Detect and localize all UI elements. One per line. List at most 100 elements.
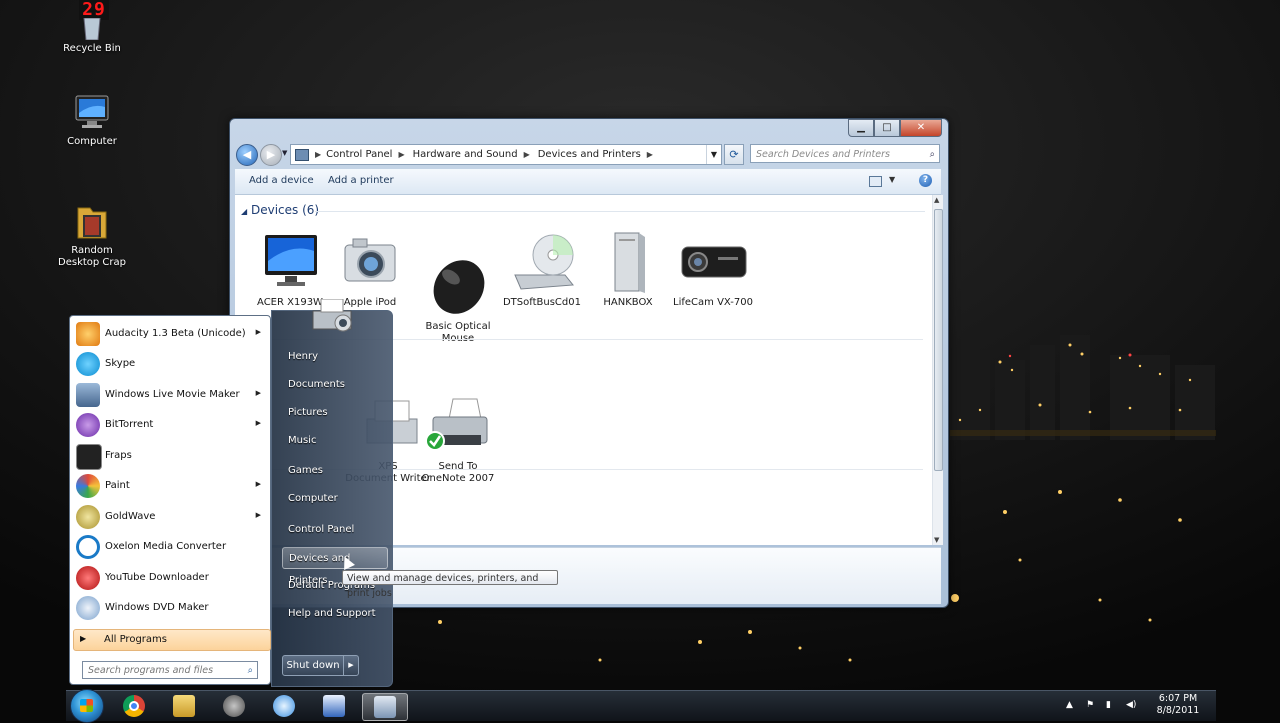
breadcrumb-devices-printers[interactable]: Devices and Printers (538, 149, 641, 160)
taskbar-steam[interactable] (212, 693, 256, 719)
volume-icon[interactable]: ◀) (1126, 700, 1136, 710)
program-fraps[interactable]: Fraps (73, 442, 269, 470)
shutdown-options-arrow[interactable]: ▶ (343, 655, 359, 676)
desktop-icon-label: Random Desktop Crap (58, 245, 126, 268)
dvd-maker-icon (76, 596, 100, 620)
minimize-button[interactable]: ▁ (848, 119, 874, 137)
places-user[interactable]: Henry (282, 346, 388, 368)
program-audacity[interactable]: Audacity 1.3 Beta (Unicode) ▶ (73, 320, 269, 348)
places-help-support[interactable]: Help and Support (282, 603, 388, 625)
recycle-bin-icon (72, 17, 112, 41)
taskbar-itunes[interactable] (262, 693, 306, 719)
taskbar-chrome[interactable] (112, 693, 156, 719)
device-label: Send To OneNote 2007 (421, 461, 495, 484)
program-skype[interactable]: Skype (73, 350, 269, 378)
add-device-button[interactable]: Add a device (249, 175, 314, 186)
clock-date: 8/8/2011 (1156, 705, 1200, 716)
program-goldwave[interactable]: GoldWave ▶ (73, 503, 269, 531)
search-box[interactable]: Search Devices and Printers ⌕ (750, 144, 940, 163)
program-movie-maker[interactable]: Windows Live Movie Maker ▶ (73, 381, 269, 409)
camera-icon (335, 231, 405, 295)
back-button[interactable]: ◀ (236, 144, 258, 166)
user-picture-printer-icon (307, 298, 357, 335)
places-devices-printers[interactable]: Devices and Printers (282, 547, 388, 586)
device-lifecam[interactable]: LifeCam VX-700 (668, 231, 758, 309)
scroll-thumb[interactable] (934, 209, 943, 471)
recent-pages-dropdown[interactable]: ▼ (282, 149, 287, 157)
places-documents[interactable]: Documents (282, 374, 388, 396)
cd-drive-icon (507, 231, 577, 295)
places-pictures[interactable]: Pictures (282, 402, 388, 424)
places-computer[interactable]: Computer (282, 488, 388, 510)
tower-pc-icon (593, 231, 663, 295)
taskbar-word[interactable] (312, 693, 356, 719)
devices-group-header[interactable]: ◢ Devices (6) (241, 203, 319, 217)
fraps-icon (76, 444, 102, 470)
monitor-icon (255, 231, 325, 295)
close-button[interactable]: ✕ (900, 119, 942, 137)
scroll-up-arrow[interactable]: ▲ (934, 196, 939, 204)
device-hankbox[interactable]: HANKBOX (583, 231, 673, 309)
breadcrumb-hardware-sound[interactable]: Hardware and Sound (413, 149, 518, 160)
collapse-arrow-icon[interactable]: ◢ (241, 207, 247, 216)
oxelon-icon (76, 535, 100, 559)
places-music[interactable]: Music (282, 430, 388, 452)
skype-icon (76, 352, 100, 376)
breadcrumb-control-panel[interactable]: Control Panel (326, 149, 392, 160)
places-games[interactable]: Games (282, 460, 388, 482)
device-label: LifeCam VX-700 (673, 297, 753, 308)
start-button[interactable] (70, 689, 104, 723)
device-apple-ipod[interactable]: Apple iPod (325, 231, 415, 309)
navigation-bar: ◀ ▶ ▼ ▶ Control Panel ▶ Hardware and Sou… (234, 143, 944, 166)
device-label: HANKBOX (603, 297, 653, 308)
taskbar-devices-printers[interactable] (362, 693, 408, 721)
start-menu[interactable]: Audacity 1.3 Beta (Unicode) ▶ Skype Wind… (66, 298, 393, 687)
mouse-icon (423, 243, 493, 314)
change-view-icon[interactable] (869, 176, 882, 187)
show-hidden-icons-arrow[interactable]: ▲ (1066, 700, 1073, 710)
movie-maker-icon (76, 383, 100, 407)
program-dvd-maker[interactable]: Windows DVD Maker (73, 594, 269, 622)
start-search-input[interactable]: Search programs and files ⌕ (82, 661, 258, 679)
program-oxelon[interactable]: Oxelon Media Converter (73, 533, 269, 561)
address-bar[interactable]: ▶ Control Panel ▶ Hardware and Sound ▶ D… (290, 144, 722, 165)
program-bittorrent[interactable]: BitTorrent ▶ (73, 411, 269, 439)
start-menu-programs-panel: Audacity 1.3 Beta (Unicode) ▶ Skype Wind… (69, 315, 271, 685)
program-paint[interactable]: Paint ▶ (73, 472, 269, 500)
device-acer-monitor[interactable]: ACER X193W (245, 231, 335, 309)
help-icon[interactable]: ? (919, 174, 932, 187)
action-center-flag-icon[interactable]: ⚑ (1086, 700, 1094, 710)
computer-icon (72, 93, 112, 133)
bittorrent-icon (76, 413, 100, 437)
submenu-arrow-icon: ▶ (255, 511, 261, 519)
search-icon[interactable]: ⌕ (930, 145, 935, 164)
scroll-down-arrow[interactable]: ▼ (934, 536, 939, 544)
taskbar-explorer[interactable] (162, 693, 206, 719)
group-divider (315, 211, 925, 212)
device-label: DTSoftBusCd01 (502, 297, 581, 308)
program-youtube-downloader[interactable]: YouTube Downloader (73, 564, 269, 592)
content-scrollbar[interactable]: ▲ ▼ (932, 195, 943, 545)
desktop-icon-computer[interactable]: Computer (52, 93, 132, 148)
webcam-icon (678, 231, 748, 295)
all-programs-button[interactable]: ▶ All Programs (73, 629, 271, 651)
desktop-icon-folder[interactable]: Random Desktop Crap (52, 178, 132, 281)
add-printer-button[interactable]: Add a printer (328, 175, 394, 186)
places-control-panel[interactable]: Control Panel (282, 519, 388, 541)
maximize-button[interactable]: □ (874, 119, 900, 137)
submenu-arrow-icon: ▶ (255, 419, 261, 427)
refresh-button[interactable]: ⟳ (724, 144, 744, 165)
start-search-placeholder: Search programs and files (88, 665, 214, 676)
desktop-icon-recycle-bin[interactable]: Recycle Bin (52, 17, 132, 55)
shutdown-button[interactable]: Shut down (282, 655, 344, 676)
breadcrumb-chevron[interactable]: ▶ (647, 150, 653, 159)
network-icon[interactable]: ▮ (1106, 700, 1111, 710)
address-dropdown[interactable]: ▼ (706, 145, 721, 164)
clock[interactable]: 6:07 PM 8/8/2011 (1148, 693, 1208, 717)
device-dtsoftbuscd01[interactable]: DTSoftBusCd01 (497, 231, 587, 309)
search-placeholder: Search Devices and Printers (756, 149, 890, 160)
forward-button[interactable]: ▶ (260, 144, 282, 166)
view-options-dropdown[interactable]: ▼ (889, 175, 895, 184)
printer-send-to-onenote[interactable]: Send To OneNote 2007 (413, 371, 503, 497)
explorer-folder-icon (173, 695, 195, 717)
